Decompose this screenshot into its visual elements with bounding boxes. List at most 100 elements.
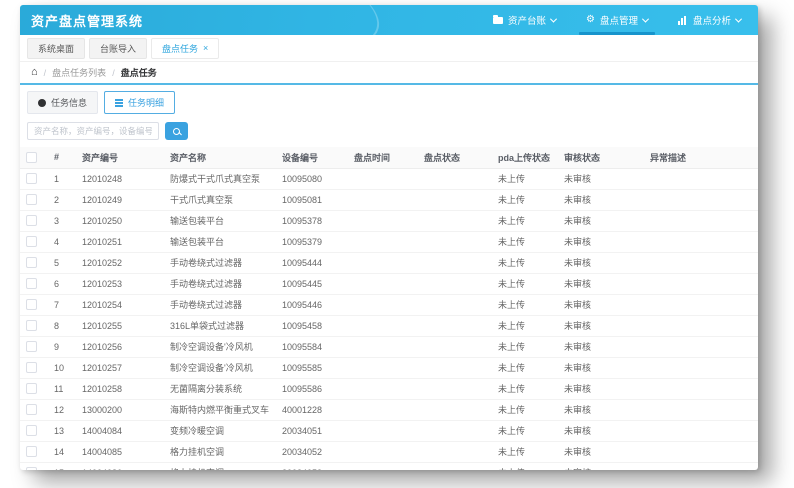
- cell-asset-name: 干式爪式真空泵: [164, 189, 276, 211]
- cell-abnormal-desc: [644, 189, 758, 211]
- cell-asset-name: 手动卷绕式过滤器: [164, 273, 276, 295]
- app-title: 资产盘点管理系统: [31, 13, 144, 29]
- cell-pda-status: 未上传: [492, 273, 558, 295]
- cell-device-no: 10095458: [276, 315, 348, 337]
- table-row: 3 12010250 输送包装平台 10095378 未上传 未审核: [20, 210, 758, 232]
- row-checkbox[interactable]: [26, 383, 37, 395]
- home-icon[interactable]: ⌂: [31, 67, 38, 78]
- row-checkbox[interactable]: [26, 320, 37, 332]
- row-checkbox-cell: [20, 189, 48, 211]
- cell-pda-status: 未上传: [492, 399, 558, 421]
- cell-abnormal-desc: [644, 273, 758, 295]
- cell-asset-name: 制冷空调设备'冷风机: [164, 336, 276, 358]
- table-row: 15 14004086 格力挂机空调 20034053 未上传 未审核: [20, 462, 758, 470]
- row-checkbox[interactable]: [26, 215, 37, 227]
- breadcrumb-separator: /: [43, 67, 47, 78]
- subtab-task-info[interactable]: 任务信息: [27, 91, 99, 114]
- cell-pda-status: 未上传: [492, 378, 558, 400]
- search-input[interactable]: [27, 122, 159, 140]
- subtab-task-detail[interactable]: 任务明细: [104, 91, 176, 114]
- tab-system-desktop[interactable]: 系统桌面: [27, 37, 86, 59]
- row-checkbox[interactable]: [26, 404, 37, 416]
- col-check-time: 盘点时间: [348, 147, 418, 169]
- cell-abnormal-desc: [644, 231, 758, 253]
- row-checkbox-cell: [20, 168, 48, 190]
- cell-check-time: [348, 189, 418, 211]
- cell-index: 7: [48, 294, 76, 316]
- row-checkbox-cell: [20, 357, 48, 379]
- cell-asset-no: 12010255: [76, 315, 164, 337]
- chevron-down-icon: [641, 15, 650, 23]
- cell-audit-status: 未审核: [558, 189, 644, 211]
- bar-chart-icon: [677, 15, 688, 25]
- cell-check-status: [418, 315, 492, 337]
- cell-audit-status: 未审核: [558, 294, 644, 316]
- cell-device-no: 10095585: [276, 357, 348, 379]
- cell-asset-no: 12010252: [76, 252, 164, 274]
- select-all-checkbox[interactable]: [26, 151, 37, 163]
- row-checkbox[interactable]: [26, 467, 37, 470]
- row-checkbox-cell: [20, 462, 48, 470]
- cell-check-status: [418, 378, 492, 400]
- cell-asset-no: 12010254: [76, 294, 164, 316]
- cell-audit-status: 未审核: [558, 378, 644, 400]
- cell-pda-status: 未上传: [492, 252, 558, 274]
- cell-check-status: [418, 294, 492, 316]
- cell-check-time: [348, 336, 418, 358]
- cell-abnormal-desc: [644, 441, 758, 463]
- cell-check-status: [418, 252, 492, 274]
- cell-index: 6: [48, 273, 76, 295]
- row-checkbox[interactable]: [26, 236, 37, 248]
- cell-check-status: [418, 189, 492, 211]
- nav-item-asset-ledger[interactable]: 资产台账: [478, 5, 571, 35]
- cell-audit-status: 未审核: [558, 273, 644, 295]
- row-checkbox-cell: [20, 378, 48, 400]
- row-checkbox[interactable]: [26, 299, 37, 311]
- row-checkbox[interactable]: [26, 194, 37, 206]
- table-row: 12 13000200 海斯特内燃平衡重式叉车 40001228 未上传 未审核: [20, 399, 758, 421]
- cell-check-time: [348, 231, 418, 253]
- subtab-label: 任务明细: [128, 98, 165, 108]
- cell-asset-no: 12010253: [76, 273, 164, 295]
- breadcrumb: ⌂ / 盘点任务列表 / 盘点任务: [20, 62, 758, 83]
- tab-inventory-task[interactable]: 盘点任务 ×: [151, 37, 220, 59]
- cell-index: 11: [48, 378, 76, 400]
- nav-item-inventory-analysis[interactable]: 盘点分析: [663, 5, 756, 35]
- cell-check-status: [418, 462, 492, 470]
- cell-asset-name: 防爆式干式爪式真空泵: [164, 168, 276, 190]
- cell-abnormal-desc: [644, 252, 758, 274]
- search-button[interactable]: [165, 122, 188, 140]
- cell-check-time: [348, 315, 418, 337]
- nav-item-inventory-manage[interactable]: ⚙ 盘点管理: [571, 5, 663, 35]
- table-row: 4 12010251 输送包装平台 10095379 未上传 未审核: [20, 231, 758, 253]
- cell-asset-no: 14004086: [76, 462, 164, 470]
- cell-audit-status: 未审核: [558, 420, 644, 442]
- cell-asset-name: 格力挂机空调: [164, 441, 276, 463]
- cell-index: 10: [48, 357, 76, 379]
- table-row: 7 12010254 手动卷绕式过滤器 10095446 未上传 未审核: [20, 294, 758, 316]
- row-checkbox-cell: [20, 420, 48, 442]
- cell-abnormal-desc: [644, 462, 758, 470]
- table-row: 13 14004084 变频冷暖空调 20034051 未上传 未审核: [20, 420, 758, 442]
- nav-item-label: 资产台账: [507, 16, 546, 27]
- row-checkbox-cell: [20, 252, 48, 274]
- row-checkbox[interactable]: [26, 278, 37, 290]
- tab-ledger-import[interactable]: 台账导入: [89, 37, 148, 59]
- cell-asset-name: 手动卷绕式过滤器: [164, 252, 276, 274]
- cell-pda-status: 未上传: [492, 210, 558, 232]
- row-checkbox[interactable]: [26, 173, 37, 185]
- close-icon[interactable]: ×: [203, 43, 208, 53]
- gear-icon: ⚙: [586, 14, 595, 25]
- cell-check-status: [418, 273, 492, 295]
- row-checkbox[interactable]: [26, 362, 37, 374]
- table-row: 11 12010258 无菌隔离分装系统 10095586 未上传 未审核: [20, 378, 758, 400]
- cell-index: 9: [48, 336, 76, 358]
- cell-check-status: [418, 168, 492, 190]
- row-checkbox[interactable]: [26, 425, 37, 437]
- row-checkbox[interactable]: [26, 446, 37, 458]
- row-checkbox[interactable]: [26, 341, 37, 353]
- row-checkbox[interactable]: [26, 257, 37, 269]
- row-checkbox-cell: [20, 210, 48, 232]
- breadcrumb-item-task-list[interactable]: 盘点任务列表: [52, 66, 106, 79]
- cell-abnormal-desc: [644, 399, 758, 421]
